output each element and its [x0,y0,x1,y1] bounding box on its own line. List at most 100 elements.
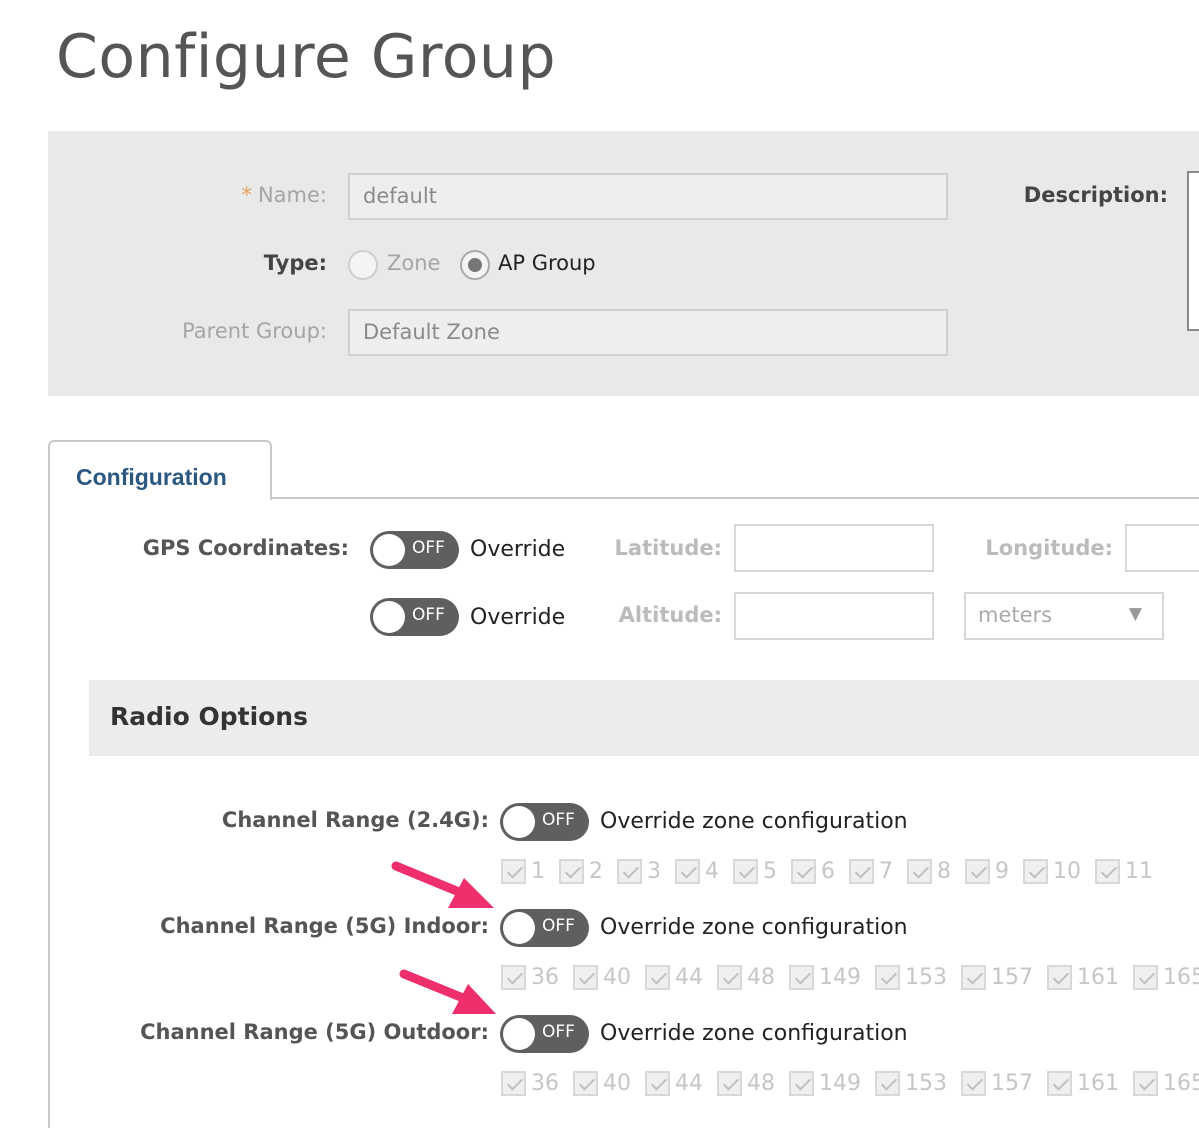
channel-option[interactable]: 2 [559,858,603,884]
check-icon[interactable] [645,1070,670,1096]
channel-label: 44 [675,1070,703,1096]
channel-label: 2 [589,858,603,884]
radio-ap-group[interactable] [460,250,490,280]
parent-group-field[interactable]: Default Zone [348,309,948,356]
check-icon[interactable] [717,1070,742,1096]
check-icon[interactable] [645,964,670,990]
check-icon[interactable] [1047,964,1072,990]
check-icon[interactable] [617,858,642,884]
channel-option[interactable]: 44 [645,964,703,990]
channel-range-5g-indoor-toggle[interactable]: OFF [500,909,589,947]
channel-range-24g-toggle[interactable]: OFF [500,803,589,841]
channel-option[interactable]: 3 [617,858,661,884]
channel-range-5g-indoor-label: Channel Range (5G) Indoor: [160,914,489,938]
toggle-knob [373,534,405,566]
check-icon[interactable] [961,1070,986,1096]
channel-label: 5 [763,858,777,884]
channel-label: 165 [1163,1070,1199,1096]
longitude-input[interactable] [1125,524,1199,572]
check-icon[interactable] [791,858,816,884]
check-icon[interactable] [1095,858,1120,884]
channel-option[interactable]: 153 [875,1070,947,1096]
toggle-state: OFF [542,1022,575,1042]
channel-option[interactable]: 36 [501,1070,559,1096]
name-label: * Name: [241,183,327,207]
channel-list-24g: 1 2 3 4 5 6 7 8 9 10 11 [501,856,1167,886]
check-icon[interactable] [907,858,932,884]
check-icon[interactable] [789,1070,814,1096]
channel-option[interactable]: 8 [907,858,951,884]
channel-option[interactable]: 149 [789,1070,861,1096]
channel-range-5g-outdoor-override-text: Override zone configuration [600,1021,908,1046]
channel-option[interactable]: 165 [1133,964,1199,990]
channel-option[interactable]: 11 [1095,858,1153,884]
channel-option[interactable]: 40 [573,964,631,990]
description-textarea[interactable] [1187,171,1199,331]
gps-override-text: Override [470,537,566,562]
channel-option[interactable]: 157 [961,964,1033,990]
toggle-state: OFF [542,916,575,936]
channel-option[interactable]: 10 [1023,858,1081,884]
channel-option[interactable]: 6 [791,858,835,884]
channel-label: 44 [675,964,703,990]
channel-label: 3 [647,858,661,884]
latitude-input[interactable] [734,524,934,572]
channel-option[interactable]: 1 [501,858,545,884]
channel-option[interactable]: 40 [573,1070,631,1096]
channel-option[interactable]: 48 [717,964,775,990]
channel-option[interactable]: 7 [849,858,893,884]
radio-options-title: Radio Options [110,702,308,731]
channel-option[interactable]: 161 [1047,1070,1119,1096]
check-icon[interactable] [501,858,526,884]
required-mark: * [241,183,252,207]
channel-option[interactable]: 4 [675,858,719,884]
parent-group-label: Parent Group: [182,319,327,343]
check-icon[interactable] [875,964,900,990]
channel-option[interactable]: 149 [789,964,861,990]
check-icon[interactable] [1023,858,1048,884]
altitude-override-toggle[interactable]: OFF [370,598,459,636]
check-icon[interactable] [573,1070,598,1096]
channel-range-24g-label: Channel Range (2.4G): [221,808,489,832]
tab-configuration[interactable]: Configuration [48,440,272,500]
check-icon[interactable] [733,858,758,884]
channel-option[interactable]: 161 [1047,964,1119,990]
check-icon[interactable] [849,858,874,884]
radio-zone[interactable] [348,250,378,280]
toggle-knob [503,1018,535,1050]
check-icon[interactable] [501,964,526,990]
channel-label: 149 [819,1070,861,1096]
channel-option[interactable]: 36 [501,964,559,990]
channel-option[interactable]: 153 [875,964,947,990]
channel-label: 11 [1125,858,1153,884]
channel-option[interactable]: 44 [645,1070,703,1096]
name-field[interactable]: default [348,173,948,220]
check-icon[interactable] [1047,1070,1072,1096]
altitude-unit-select[interactable]: meters ▼ [964,592,1164,640]
tab-panel-border [48,498,50,1128]
channel-label: 161 [1077,964,1119,990]
channel-option[interactable]: 9 [965,858,1009,884]
channel-range-5g-outdoor-toggle[interactable]: OFF [500,1015,589,1053]
channel-label: 8 [937,858,951,884]
altitude-input[interactable] [734,592,934,640]
check-icon[interactable] [573,964,598,990]
channel-option[interactable]: 5 [733,858,777,884]
gps-override-toggle[interactable]: OFF [370,531,459,569]
channel-option[interactable]: 165 [1133,1070,1199,1096]
check-icon[interactable] [1133,964,1158,990]
check-icon[interactable] [717,964,742,990]
check-icon[interactable] [789,964,814,990]
channel-option[interactable]: 157 [961,1070,1033,1096]
channel-label: 40 [603,1070,631,1096]
gps-label: GPS Coordinates: [142,536,349,560]
group-info-panel [48,131,1199,396]
check-icon[interactable] [965,858,990,884]
check-icon[interactable] [961,964,986,990]
check-icon[interactable] [1133,1070,1158,1096]
check-icon[interactable] [501,1070,526,1096]
check-icon[interactable] [675,858,700,884]
channel-option[interactable]: 48 [717,1070,775,1096]
check-icon[interactable] [875,1070,900,1096]
check-icon[interactable] [559,858,584,884]
